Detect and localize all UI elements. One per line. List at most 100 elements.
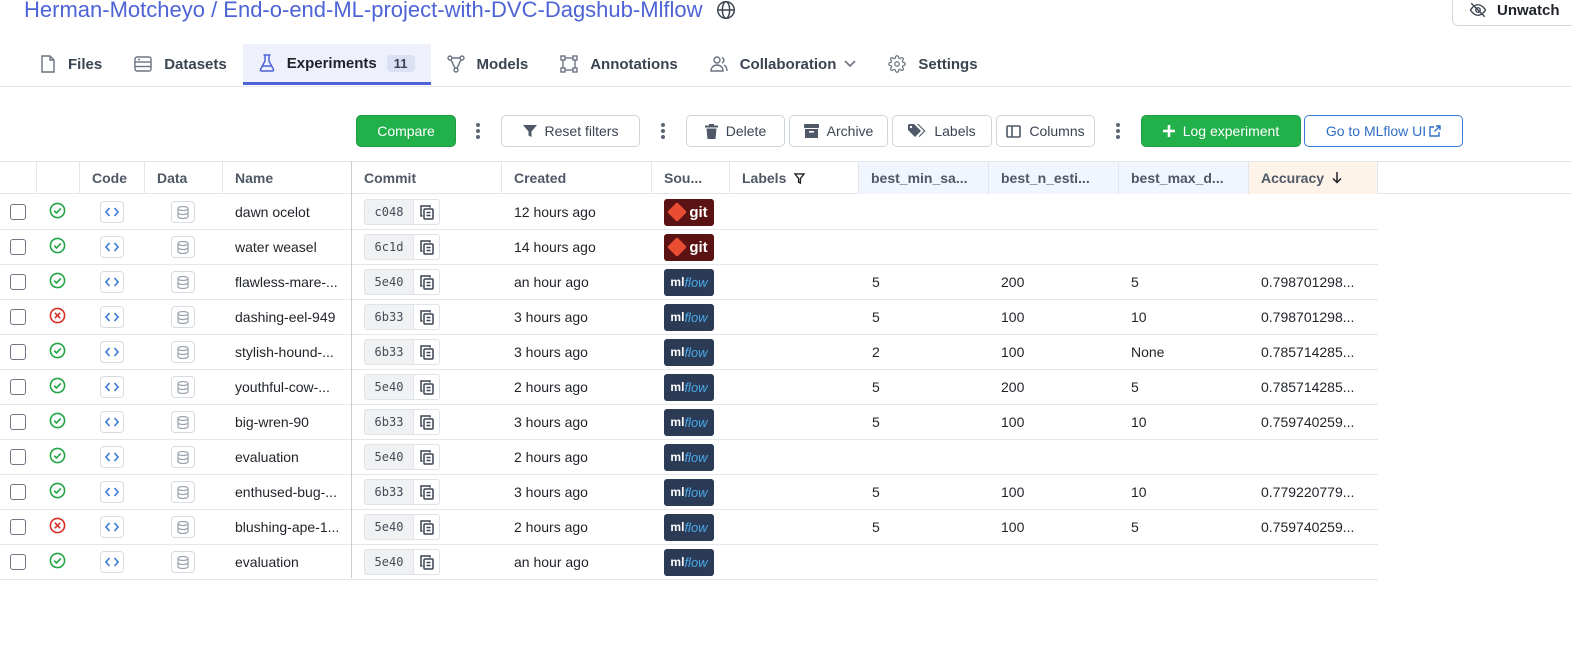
copy-icon[interactable] [414,234,440,260]
table-row[interactable]: blushing-ape-1... 5e40 2 hours ago ml flow 5 1… [0,510,1378,545]
commit-hash[interactable]: 6c1d [364,234,414,260]
copy-icon[interactable] [414,409,440,435]
tab-experiments[interactable]: Experiments 11 [242,44,431,85]
reset-filters-button[interactable]: Reset filters [501,115,640,147]
commit-column-header[interactable]: Commit [352,162,502,194]
commit-hash[interactable]: 5e40 [364,549,414,575]
commit-hash[interactable]: c048 [364,199,414,225]
table-row[interactable]: youthful-cow-... 5e40 2 hours ago ml flow 5 20… [0,370,1378,405]
tab-settings[interactable]: Settings [872,44,993,84]
more-menu-icon[interactable] [1113,119,1123,143]
data-link-icon[interactable] [171,376,195,398]
experiment-name[interactable]: dawn ocelot [235,204,310,220]
experiment-name[interactable]: stylish-hound-... [235,344,334,360]
table-row[interactable]: flawless-mare-... 5e40 an hour ago ml flow 5 2… [0,265,1378,300]
copy-icon[interactable] [414,514,440,540]
commit-hash[interactable]: 6b33 [364,479,414,505]
experiment-name[interactable]: dashing-eel-949 [235,309,335,325]
code-link-icon[interactable] [100,551,124,573]
copy-icon[interactable] [414,444,440,470]
tab-datasets[interactable]: Datasets [118,44,243,84]
best-max-depth-column-header[interactable]: best_max_d... [1119,162,1249,194]
commit-hash[interactable]: 5e40 [364,444,414,470]
table-row[interactable]: evaluation 5e40 an hour ago ml flow [0,545,1378,580]
code-link-icon[interactable] [100,341,124,363]
archive-button[interactable]: Archive [789,115,888,147]
data-link-icon[interactable] [171,516,195,538]
copy-icon[interactable] [414,374,440,400]
row-checkbox[interactable] [10,204,26,220]
data-link-icon[interactable] [171,236,195,258]
experiment-name[interactable]: evaluation [235,449,299,465]
code-link-icon[interactable] [100,411,124,433]
go-to-mlflow-ui-button[interactable]: Go to MLflow UI [1304,115,1463,147]
data-link-icon[interactable] [171,411,195,433]
compare-button[interactable]: Compare [356,115,456,147]
table-row[interactable]: evaluation 5e40 2 hours ago ml flow [0,440,1378,475]
commit-hash[interactable]: 6b33 [364,409,414,435]
labels-button[interactable]: Labels [892,115,992,147]
data-link-icon[interactable] [171,306,195,328]
columns-button[interactable]: Columns [996,115,1095,147]
experiment-name[interactable]: water weasel [235,239,317,255]
code-link-icon[interactable] [100,481,124,503]
table-row[interactable]: dashing-eel-949 6b33 3 hours ago ml flow 5 100… [0,300,1378,335]
row-checkbox[interactable] [10,274,26,290]
commit-hash[interactable]: 6b33 [364,304,414,330]
accuracy-column-header[interactable]: Accuracy [1249,162,1378,194]
repo-title-text[interactable]: Herman-Motcheyo / End-o-end-ML-project-w… [24,0,703,23]
commit-hash[interactable]: 5e40 [364,374,414,400]
data-column-header[interactable]: Data [145,162,223,194]
name-column-header[interactable]: Name [223,162,351,194]
best-min-samples-column-header[interactable]: best_min_sa... [859,162,989,194]
row-checkbox[interactable] [10,484,26,500]
tab-models[interactable]: Models [431,44,545,84]
more-menu-icon[interactable] [658,119,668,143]
code-link-icon[interactable] [100,236,124,258]
copy-icon[interactable] [414,549,440,575]
table-row[interactable]: dawn ocelot c048 12 hours ago git [0,195,1378,230]
commit-hash[interactable]: 5e40 [364,269,414,295]
labels-column-header[interactable]: Labels [730,162,859,194]
experiment-name[interactable]: big-wren-90 [235,414,309,430]
data-link-icon[interactable] [171,341,195,363]
source-column-header[interactable]: Sou... [652,162,730,194]
table-row[interactable]: enthused-bug-... 6b33 3 hours ago ml flow 5 10… [0,475,1378,510]
tab-files[interactable]: Files [24,44,118,84]
created-column-header[interactable]: Created [502,162,652,194]
row-checkbox[interactable] [10,554,26,570]
table-row[interactable]: stylish-hound-... 6b33 3 hours ago ml flow 2 1… [0,335,1378,370]
copy-icon[interactable] [414,199,440,225]
more-menu-icon[interactable] [473,119,483,143]
best-n-estimators-column-header[interactable]: best_n_esti... [989,162,1119,194]
commit-hash[interactable]: 5e40 [364,514,414,540]
experiment-name[interactable]: evaluation [235,554,299,570]
row-checkbox[interactable] [10,414,26,430]
table-row[interactable]: big-wren-90 6b33 3 hours ago ml flow 5 100 10 0.… [0,405,1378,440]
code-link-icon[interactable] [100,376,124,398]
code-column-header[interactable]: Code [80,162,145,194]
log-experiment-button[interactable]: Log experiment [1141,115,1301,147]
row-checkbox[interactable] [10,344,26,360]
tab-collaboration[interactable]: Collaboration [694,44,873,84]
data-link-icon[interactable] [171,481,195,503]
code-link-icon[interactable] [100,516,124,538]
row-checkbox[interactable] [10,519,26,535]
unwatch-button[interactable]: Unwatch [1452,0,1572,26]
experiment-name[interactable]: flawless-mare-... [235,274,338,290]
filter-icon[interactable] [794,172,806,184]
copy-icon[interactable] [414,339,440,365]
row-checkbox[interactable] [10,449,26,465]
repo-title[interactable]: Herman-Motcheyo / End-o-end-ML-project-w… [24,0,737,23]
experiment-name[interactable]: enthused-bug-... [235,484,337,500]
row-checkbox[interactable] [10,239,26,255]
code-link-icon[interactable] [100,271,124,293]
code-link-icon[interactable] [100,201,124,223]
commit-hash[interactable]: 6b33 [364,339,414,365]
data-link-icon[interactable] [171,551,195,573]
data-link-icon[interactable] [171,446,195,468]
data-link-icon[interactable] [171,201,195,223]
data-link-icon[interactable] [171,271,195,293]
tab-annotations[interactable]: Annotations [544,44,694,84]
row-checkbox[interactable] [10,309,26,325]
